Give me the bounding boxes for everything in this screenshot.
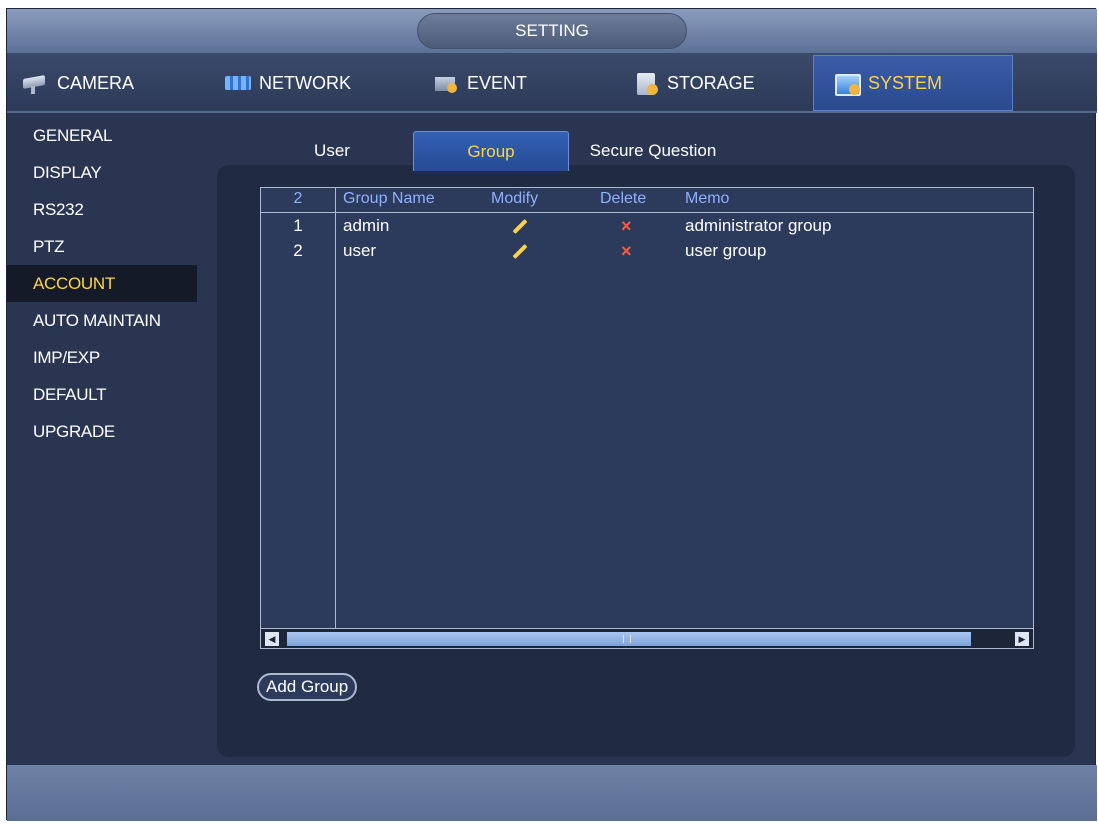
edit-icon[interactable] (512, 219, 528, 234)
settings-window: SETTING CAMERA NETWORK EVENT STORAGE SYS… (6, 8, 1097, 821)
horizontal-scrollbar[interactable]: ◀ ▶ (261, 628, 1033, 648)
header-divider (261, 212, 1033, 213)
tab-camera[interactable]: CAMERA (21, 55, 191, 111)
bottom-bar (7, 765, 1097, 821)
sidebar-item-general[interactable]: GENERAL (7, 117, 197, 154)
tab-storage[interactable]: STORAGE (631, 55, 801, 111)
row-memo: user group (685, 241, 767, 260)
sidebar-item-rs232[interactable]: RS232 (7, 191, 197, 228)
scrollbar-grip-icon (623, 635, 631, 643)
scroll-left-icon[interactable]: ◀ (265, 632, 279, 646)
sidebar: GENERAL DISPLAY RS232 PTZ ACCOUNT AUTO M… (7, 117, 197, 450)
group-table: 2 Group Name Modify Delete Memo 1 admin … (260, 187, 1034, 649)
column-header-delete: Delete (600, 190, 647, 207)
network-icon (223, 70, 253, 96)
row-memo: administrator group (685, 216, 832, 235)
title-bar: SETTING (7, 9, 1097, 53)
sidebar-item-auto-maintain[interactable]: AUTO MAINTAIN (7, 302, 197, 339)
system-icon (832, 70, 862, 96)
tab-system[interactable]: SYSTEM (813, 55, 1013, 111)
row-index: 2 (293, 241, 303, 260)
tab-storage-label: STORAGE (667, 72, 755, 93)
table-row[interactable]: 1 admin × administrator group (261, 214, 1033, 238)
table-row[interactable]: 2 user × user group (261, 239, 1033, 263)
edit-icon[interactable] (512, 244, 528, 259)
event-icon (431, 70, 461, 96)
sidebar-item-imp-exp[interactable]: IMP/EXP (7, 339, 197, 376)
column-header-memo: Memo (685, 190, 730, 207)
row-index: 1 (293, 216, 303, 235)
window-title: SETTING (417, 13, 687, 49)
row-group-name: user (343, 241, 377, 260)
sidebar-item-display[interactable]: DISPLAY (7, 154, 197, 191)
scroll-right-icon[interactable]: ▶ (1015, 632, 1029, 646)
row-group-name: admin (343, 216, 390, 235)
add-group-button[interactable]: Add Group (257, 673, 358, 701)
subtab-secure-question[interactable]: Secure Question (573, 131, 733, 171)
tab-event-label: EVENT (467, 72, 528, 93)
column-header-count: 2 (293, 190, 303, 207)
subtab-group[interactable]: Group (413, 131, 569, 171)
delete-icon[interactable]: × (621, 216, 632, 237)
tab-camera-label: CAMERA (57, 72, 135, 93)
sidebar-item-default[interactable]: DEFAULT (7, 376, 197, 413)
tab-system-label: SYSTEM (868, 72, 943, 93)
sidebar-item-account[interactable]: ACCOUNT (7, 265, 197, 302)
delete-icon[interactable]: × (621, 241, 632, 262)
subtab-user[interactable]: User (297, 131, 367, 171)
sidebar-item-ptz[interactable]: PTZ (7, 228, 197, 265)
tab-network[interactable]: NETWORK (223, 55, 393, 111)
tab-network-label: NETWORK (259, 72, 351, 93)
sidebar-item-upgrade[interactable]: UPGRADE (7, 413, 197, 450)
camera-icon (21, 70, 51, 96)
tab-event[interactable]: EVENT (431, 55, 591, 111)
main-tab-bar: CAMERA NETWORK EVENT STORAGE SYSTEM (7, 53, 1097, 113)
column-header-modify: Modify (491, 190, 539, 207)
storage-icon (631, 70, 661, 96)
column-header-group-name: Group Name (343, 190, 435, 207)
